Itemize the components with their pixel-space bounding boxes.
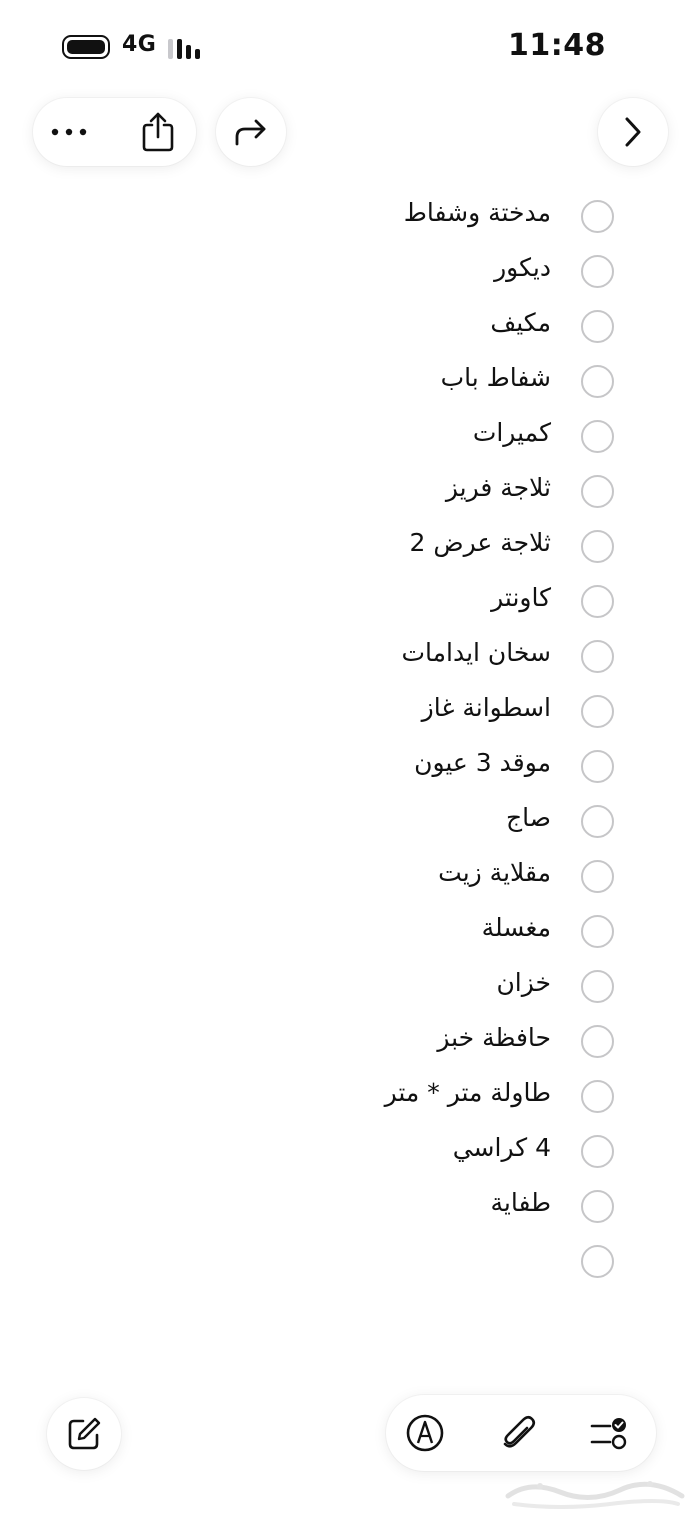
checkbox-circle[interactable] (581, 530, 614, 563)
checklist-item: مكيف (0, 300, 700, 355)
checkbox-circle[interactable] (581, 255, 614, 288)
compose-icon-wrap (47, 1398, 121, 1470)
battery-icon (62, 35, 110, 59)
checklist-item: 4 كراسي (0, 1125, 700, 1180)
status-time: 11:48 (508, 28, 606, 63)
top-actions-group (33, 98, 196, 166)
checklist-item: ثلاجة فريز (0, 465, 700, 520)
checkbox-circle[interactable] (581, 640, 614, 673)
checklist-item-text[interactable]: سخان ايدامات (401, 638, 551, 667)
checklist-item-text[interactable]: اسطوانة غاز (422, 693, 551, 722)
checklist-item-text[interactable]: صاج (506, 803, 551, 832)
markup-button[interactable] (400, 1409, 450, 1457)
bottom-tools-group (386, 1395, 656, 1471)
checklist-item-text[interactable]: حافظة خبز (437, 1023, 551, 1052)
back-button[interactable] (598, 98, 668, 166)
checklist-item: موقد 3 عيون (0, 740, 700, 795)
redo-icon-wrap (216, 98, 286, 166)
checkbox-circle[interactable] (581, 1135, 614, 1168)
checkbox-circle[interactable] (581, 750, 614, 783)
checklist-item: مقلاية زيت (0, 850, 700, 905)
compose-button[interactable] (47, 1398, 121, 1470)
checklist-item: مغسلة (0, 905, 700, 960)
checklist-item-text[interactable]: موقد 3 عيون (414, 748, 551, 777)
checklist-item: شفاط باب (0, 355, 700, 410)
checklist-item-text[interactable]: طاولة متر * متر (385, 1078, 551, 1107)
status-bar: 4G 11:48 (0, 0, 700, 90)
share-button[interactable] (133, 108, 183, 156)
checklist-item-text[interactable]: مكيف (490, 308, 551, 337)
more-button[interactable] (47, 112, 91, 152)
checkbox-circle[interactable] (581, 970, 614, 1003)
checklist-item-text[interactable]: مغسلة (482, 913, 551, 942)
checklist-item: اسطوانة غاز (0, 685, 700, 740)
checklist-icon (590, 1418, 627, 1450)
checklist-item: حافظة خبز (0, 1015, 700, 1070)
checkbox-circle[interactable] (581, 805, 614, 838)
checklist-item-text[interactable]: مقلاية زيت (438, 858, 551, 887)
back-icon-wrap (598, 98, 668, 166)
checkbox-circle[interactable] (581, 310, 614, 343)
redo-button[interactable] (216, 98, 286, 166)
checklist-item: كاونتر (0, 575, 700, 630)
checkbox-circle[interactable] (581, 1080, 614, 1113)
checkbox-circle[interactable] (581, 585, 614, 618)
checklist-item-text[interactable]: 4 كراسي (453, 1133, 551, 1162)
attach-button[interactable] (494, 1409, 544, 1457)
checklist-item: كميرات (0, 410, 700, 465)
checklist-item: مدختة وشفاط (0, 190, 700, 245)
checklist-item: سخان ايدامات (0, 630, 700, 685)
ellipsis-icon (51, 128, 87, 136)
checklist-item-text[interactable]: ثلاجة عرض 2 (410, 528, 551, 557)
checklist-item-text[interactable]: كاونتر (491, 583, 551, 612)
chevron-right-icon (625, 117, 641, 147)
checklist-item-text[interactable]: ديكور (494, 253, 551, 282)
checkbox-circle[interactable] (581, 860, 614, 893)
checklist-item-text[interactable]: كميرات (473, 418, 551, 447)
signal-strength-icon (168, 37, 208, 59)
checkbox-circle[interactable] (581, 915, 614, 948)
checkbox-circle[interactable] (581, 1245, 614, 1278)
checklist-item-text[interactable]: طفاية (490, 1188, 551, 1217)
checklist-item: ديكور (0, 245, 700, 300)
checkbox-circle[interactable] (581, 695, 614, 728)
network-type: 4G (122, 32, 157, 57)
checkbox-circle[interactable] (581, 475, 614, 508)
checkbox-circle[interactable] (581, 420, 614, 453)
checkbox-circle[interactable] (581, 1025, 614, 1058)
checkbox-circle[interactable] (581, 365, 614, 398)
checklist-item-text[interactable]: ثلاجة فريز (446, 473, 551, 502)
checklist-button[interactable] (582, 1409, 634, 1457)
checkbox-circle[interactable] (581, 1190, 614, 1223)
checklist-item: طاولة متر * متر (0, 1070, 700, 1125)
checklist-item: خزان (0, 960, 700, 1015)
checklist-item: صاج (0, 795, 700, 850)
checkbox-circle[interactable] (581, 200, 614, 233)
checklist-item-empty (0, 1235, 700, 1290)
paperclip-icon (503, 1415, 536, 1448)
watermark-logo (505, 1481, 685, 1509)
share-icon (142, 112, 174, 152)
compose-icon (68, 1417, 101, 1450)
checklist-item-text[interactable]: خزان (496, 968, 551, 997)
markup-pen-icon (406, 1414, 444, 1452)
checklist-item-text[interactable]: مدختة وشفاط (404, 198, 551, 227)
checklist-item: ثلاجة عرض 2 (0, 520, 700, 575)
checklist-item: طفاية (0, 1180, 700, 1235)
checklist-item-text[interactable]: شفاط باب (441, 363, 551, 392)
redo-icon (235, 119, 266, 146)
